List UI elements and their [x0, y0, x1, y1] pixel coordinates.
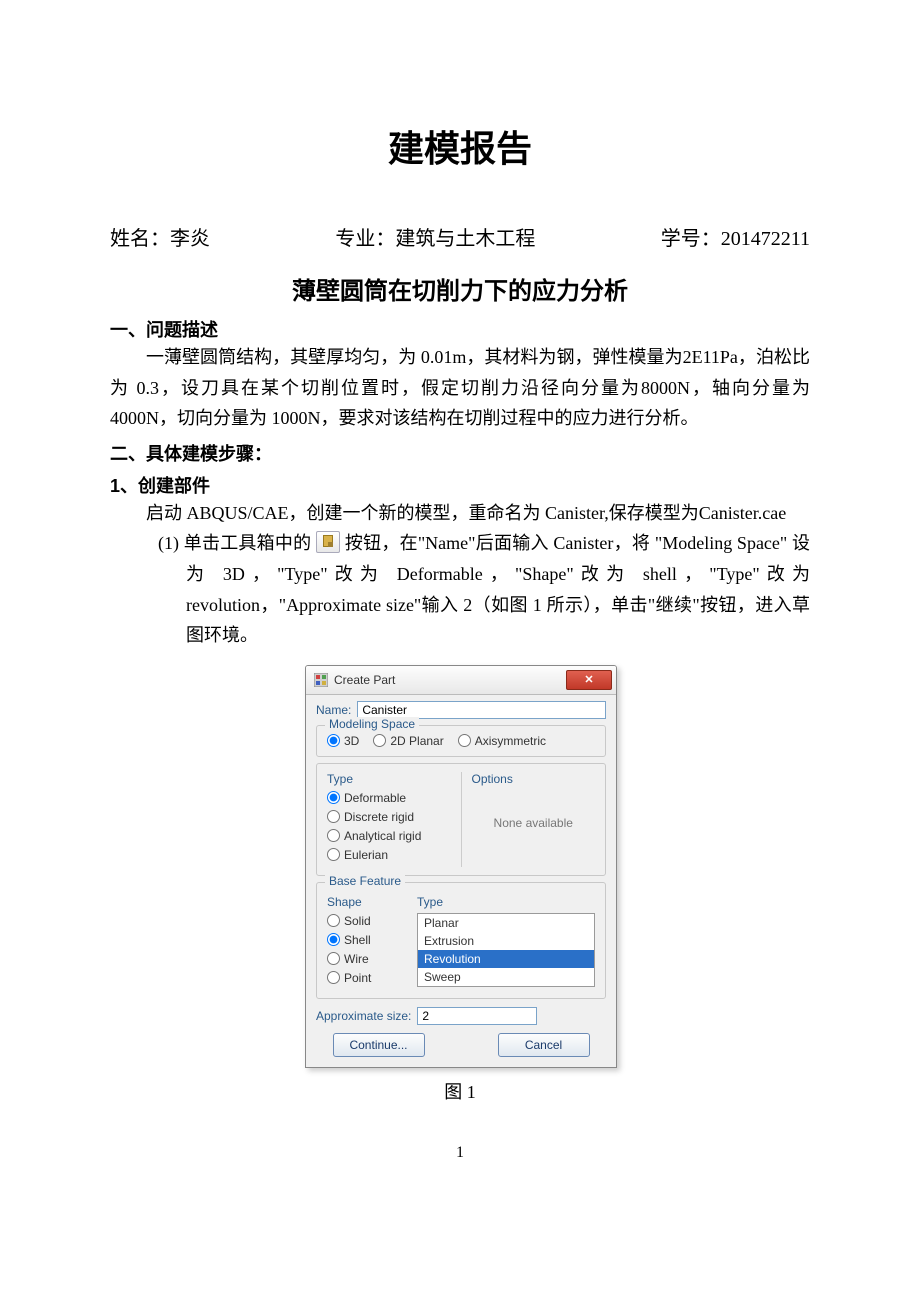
section-1-body: 一薄壁圆筒结构，其壁厚均匀，为 0.01m，其材料为钢，弹性模量为2E11Pa，… [110, 342, 810, 434]
list-item-extrusion[interactable]: Extrusion [418, 932, 594, 950]
continue-button[interactable]: Continue... [333, 1033, 425, 1057]
options-none: None available [472, 790, 596, 830]
radio-point[interactable]: Point [327, 971, 407, 985]
figure-1-caption: 图 1 [110, 1078, 810, 1104]
name-field: 姓名：李炎 [110, 222, 210, 251]
main-title: 建模报告 [110, 120, 810, 172]
page-number: 1 [110, 1144, 810, 1162]
cancel-button[interactable]: Cancel [498, 1033, 590, 1057]
subtitle: 薄壁圆筒在切削力下的应力分析 [110, 271, 810, 306]
step-1-prefix: (1) 单击工具箱中的 [158, 533, 316, 553]
document-page: 建模报告 姓名：李炎 专业：建筑与土木工程 学号：201472211 薄壁圆筒在… [0, 0, 920, 1202]
feature-type-title: Type [417, 895, 595, 909]
name-label: Name: [316, 703, 351, 717]
radio-3d[interactable]: 3D [327, 734, 359, 748]
dialog-titlebar: Create Part ✕ [306, 666, 616, 695]
radio-solid[interactable]: Solid [327, 914, 407, 928]
approx-size-input[interactable] [417, 1007, 537, 1025]
radio-2d-planar[interactable]: 2D Planar [373, 734, 443, 748]
student-info-line: 姓名：李炎 专业：建筑与土木工程 学号：201472211 [110, 222, 810, 251]
shape-title: Shape [327, 895, 407, 909]
list-item-revolution[interactable]: Revolution [418, 950, 594, 968]
list-item-planar[interactable]: Planar [418, 914, 594, 932]
section-1-heading: 一、问题描述 [110, 316, 810, 342]
create-part-toolbox-icon [316, 531, 340, 553]
section-2-heading: 二、具体建模步骤： [110, 440, 810, 466]
modeling-space-group: Modeling Space 3D 2D Planar Axisymmetric [316, 725, 606, 757]
section-2-body: 启动 ABQUS/CAE，创建一个新的模型，重命名为 Canister,保存模型… [110, 498, 810, 529]
list-item-sweep[interactable]: Sweep [418, 968, 594, 986]
id-field: 学号：201472211 [661, 222, 810, 251]
step-1: (1) 单击工具箱中的 按钮，在"Name"后面输入 Canister，将 "M… [158, 528, 810, 650]
base-feature-group: Base Feature Shape Solid Shell Wire Poin… [316, 882, 606, 999]
create-part-dialog: Create Part ✕ Name: Modeling Space 3D 2D… [305, 665, 617, 1068]
radio-axisymmetric[interactable]: Axisymmetric [458, 734, 546, 748]
major-field: 专业：建筑与土木工程 [335, 222, 535, 251]
dialog-app-icon [314, 673, 328, 687]
modeling-space-title: Modeling Space [325, 717, 419, 731]
radio-deformable[interactable]: Deformable [327, 791, 451, 805]
dialog-title: Create Part [334, 673, 395, 687]
radio-analytical-rigid[interactable]: Analytical rigid [327, 829, 451, 843]
radio-wire[interactable]: Wire [327, 952, 407, 966]
radio-discrete-rigid[interactable]: Discrete rigid [327, 810, 451, 824]
type-title: Type [327, 772, 451, 786]
approx-size-label: Approximate size: [316, 1009, 411, 1023]
radio-eulerian[interactable]: Eulerian [327, 848, 451, 862]
options-title: Options [472, 772, 596, 786]
radio-shell[interactable]: Shell [327, 933, 407, 947]
feature-type-listbox[interactable]: Planar Extrusion Revolution Sweep [417, 913, 595, 987]
base-feature-title: Base Feature [325, 874, 405, 888]
close-button[interactable]: ✕ [566, 670, 612, 690]
figure-1: Create Part ✕ Name: Modeling Space 3D 2D… [305, 665, 615, 1068]
section-2-sub1: 1、创建部件 [110, 472, 810, 498]
type-options-group: Type Deformable Discrete rigid Analytica… [316, 763, 606, 876]
